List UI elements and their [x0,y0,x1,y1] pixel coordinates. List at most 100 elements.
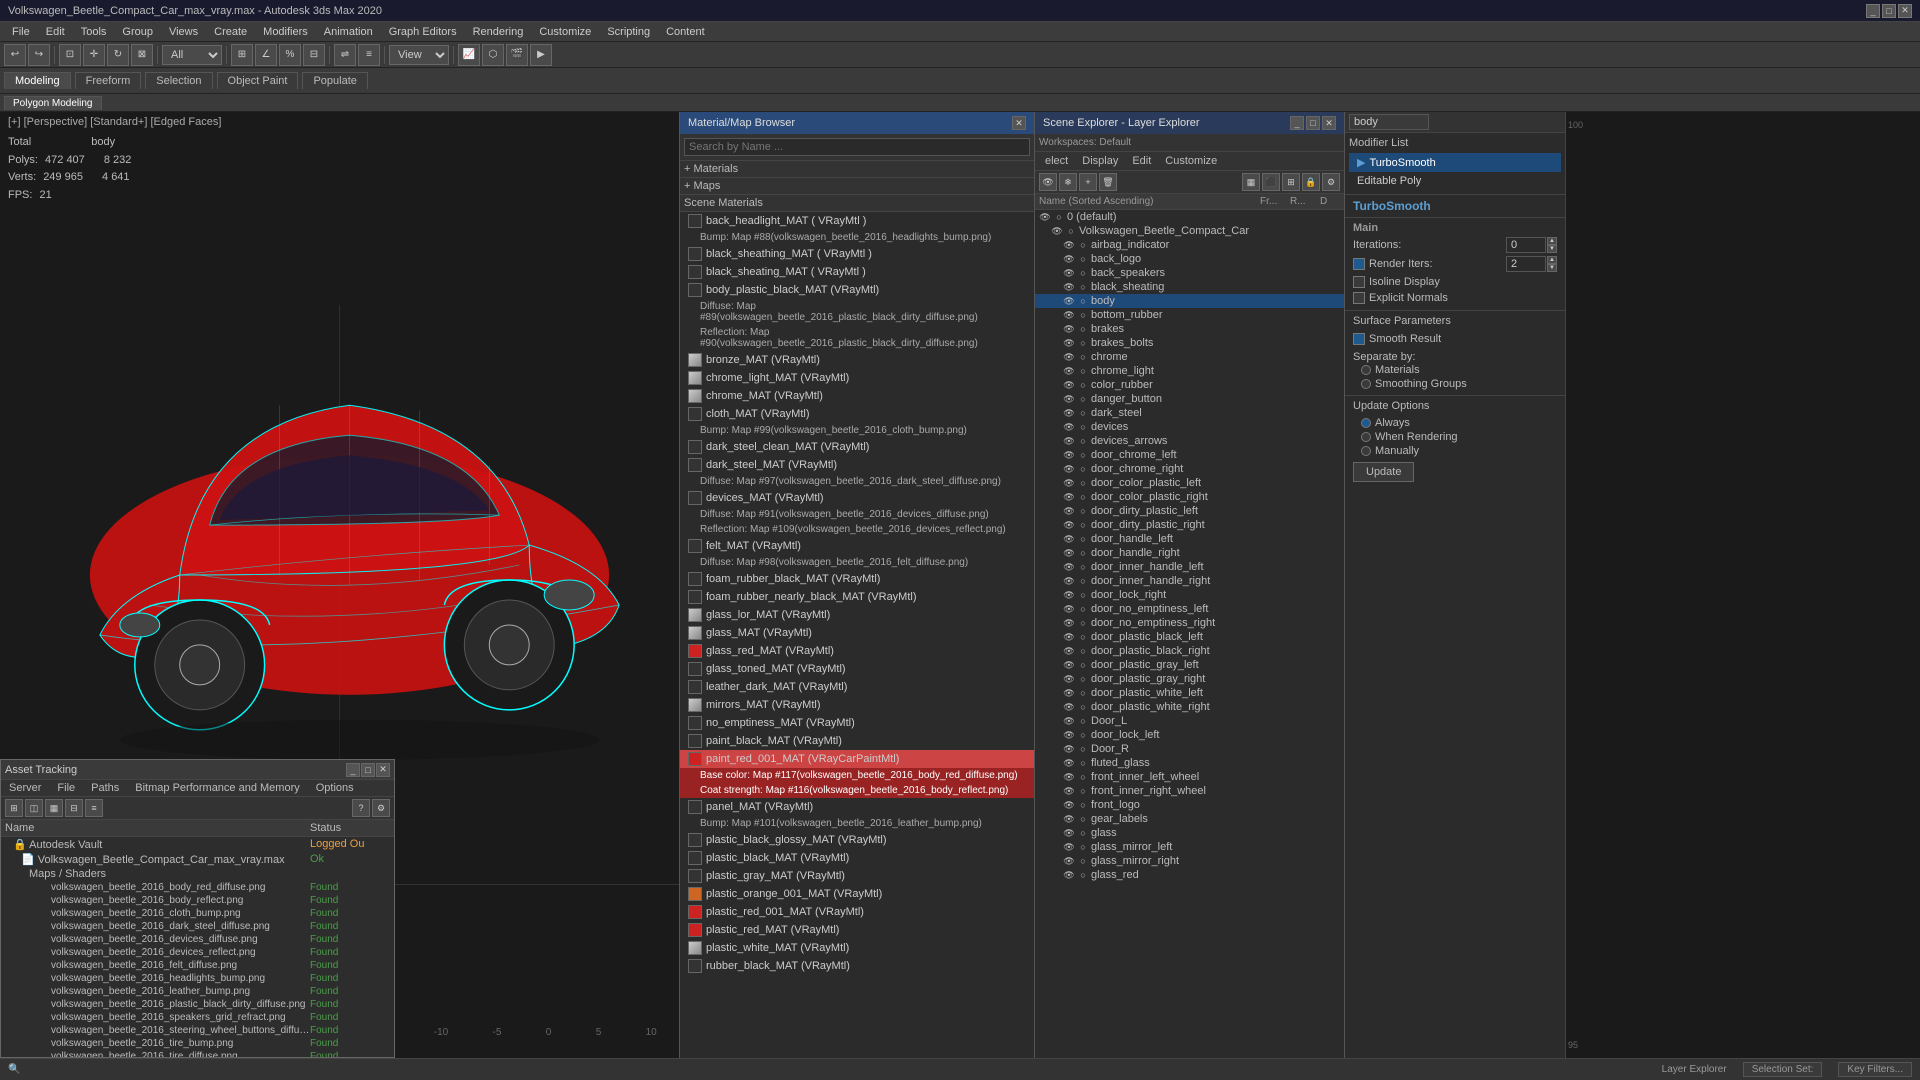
se-col-btn-3[interactable]: ⊞ [1282,173,1300,191]
menu-create[interactable]: Create [206,22,255,42]
undo-button[interactable]: ↩ [4,44,26,66]
ts-render-up[interactable]: ▲ [1547,256,1557,264]
se-item[interactable]: 👁 ○ door_no_emptiness_left [1035,602,1344,616]
mat-item[interactable]: plastic_black_glossy_MAT (VRayMtl) [680,831,1034,849]
bottom-key-filters[interactable]: Key Filters... [1838,1062,1912,1077]
mat-item[interactable]: dark_steel_clean_MAT (VRayMtl) [680,438,1034,456]
at-file-item[interactable]: volkswagen_beetle_2016_body_red_diffuse.… [1,881,394,894]
mat-sub-item[interactable]: Bump: Map #99(volkswagen_beetle_2016_clo… [680,423,1034,438]
mat-item[interactable]: plastic_gray_MAT (VRayMtl) [680,867,1034,885]
ts-render-down[interactable]: ▼ [1547,264,1557,272]
maximize-button[interactable]: □ [1882,4,1896,18]
tab-freeform[interactable]: Freeform [75,72,142,89]
mat-item[interactable]: plastic_black_MAT (VRayMtl) [680,849,1034,867]
se-eye-icon[interactable]: 👁 [1063,617,1075,629]
at-file-row[interactable]: 📄 Volkswagen_Beetle_Compact_Car_max_vray… [1,852,394,867]
at-menu-file[interactable]: File [49,780,83,796]
se-item[interactable]: 👁 ○ door_plastic_gray_right [1035,672,1344,686]
se-eye-icon[interactable]: 👁 [1063,491,1075,503]
se-item[interactable]: 👁 ○ door_handle_right [1035,546,1344,560]
se-eye-icon[interactable]: 👁 [1063,729,1075,741]
menu-customize[interactable]: Customize [531,22,599,42]
mat-browser-close-btn[interactable]: ✕ [1012,116,1026,130]
se-eye-icon[interactable]: 👁 [1063,239,1075,251]
close-button[interactable]: ✕ [1898,4,1912,18]
at-file-item[interactable]: volkswagen_beetle_2016_steering_wheel_bu… [1,1024,394,1037]
at-btn-5[interactable]: ≡ [85,799,103,817]
se-eye-icon[interactable]: 👁 [1063,365,1075,377]
mat-item[interactable]: foam_rubber_nearly_black_MAT (VRayMtl) [680,588,1034,606]
at-vault-row[interactable]: 🔒 Autodesk Vault Logged Ou [1,837,394,852]
menu-group[interactable]: Group [114,22,161,42]
se-eye-icon[interactable]: 👁 [1063,477,1075,489]
at-file-item[interactable]: volkswagen_beetle_2016_speakers_grid_ref… [1,1011,394,1024]
se-eye-icon[interactable]: 👁 [1063,323,1075,335]
at-file-item[interactable]: volkswagen_beetle_2016_tire_bump.pngFoun… [1,1037,394,1050]
at-file-item[interactable]: volkswagen_beetle_2016_devices_diffuse.p… [1,933,394,946]
at-menu-server[interactable]: Server [1,780,49,796]
se-eye-icon[interactable]: 👁 [1063,799,1075,811]
at-btn-2[interactable]: ◫ [25,799,43,817]
se-eye-icon[interactable]: 👁 [1063,337,1075,349]
at-file-item[interactable]: volkswagen_beetle_2016_plastic_black_dir… [1,998,394,1011]
mat-item[interactable]: mirrors_MAT (VRayMtl) [680,696,1034,714]
mat-item[interactable]: foam_rubber_black_MAT (VRayMtl) [680,570,1034,588]
se-item[interactable]: 👁 ○ danger_button [1035,392,1344,406]
sp-smoothing-radio[interactable] [1361,379,1371,389]
se-eye-icon[interactable]: 👁 [1063,449,1075,461]
se-eye-icon[interactable]: 👁 [1063,267,1075,279]
at-file-item[interactable]: volkswagen_beetle_2016_headlights_bump.p… [1,972,394,985]
se-item[interactable]: 👁 ○ door_dirty_plastic_right [1035,518,1344,532]
se-eye-icon[interactable]: 👁 [1063,743,1075,755]
se-item[interactable]: 👁 ○ gear_labels [1035,812,1344,826]
se-col-btn-1[interactable]: ▦ [1242,173,1260,191]
se-eye-icon[interactable]: 👁 [1063,631,1075,643]
ts-iterations-input[interactable] [1506,237,1546,253]
se-item[interactable]: 👁 ○ fluted_glass [1035,756,1344,770]
se-eye-icon[interactable]: 👁 [1051,225,1063,237]
tab-object-paint[interactable]: Object Paint [217,72,299,89]
mat-sub-item[interactable]: Diffuse: Map #97(volkswagen_beetle_2016_… [680,474,1034,489]
uo-manually-radio[interactable] [1361,446,1371,456]
se-add-btn[interactable]: + [1079,173,1097,191]
se-item[interactable]: 👁 ○ body [1035,294,1344,308]
se-item[interactable]: 👁 ○ front_logo [1035,798,1344,812]
se-item[interactable]: 👁 ○ airbag_indicator [1035,238,1344,252]
menu-rendering[interactable]: Rendering [465,22,532,42]
se-eye-icon[interactable]: 👁 [1063,351,1075,363]
mat-sub-item[interactable]: Diffuse: Map #91(volkswagen_beetle_2016_… [680,507,1034,522]
menu-tools[interactable]: Tools [73,22,115,42]
at-settings-btn[interactable]: ⚙ [372,799,390,817]
mat-item[interactable]: chrome_MAT (VRayMtl) [680,387,1034,405]
mat-sub-item-selected[interactable]: Base color: Map #117(volkswagen_beetle_2… [680,768,1034,783]
se-item[interactable]: 👁 ○ door_dirty_plastic_left [1035,504,1344,518]
ts-render-iters-check[interactable] [1353,258,1365,270]
se-eye-icon[interactable]: 👁 [1063,687,1075,699]
se-item[interactable]: 👁 ○ door_handle_left [1035,532,1344,546]
ts-render-iters-input[interactable] [1506,256,1546,272]
menu-scripting[interactable]: Scripting [599,22,658,42]
mat-item[interactable]: plastic_orange_001_MAT (VRayMtl) [680,885,1034,903]
se-delete-btn[interactable]: 🗑 [1099,173,1117,191]
sp-materials-radio[interactable] [1361,365,1371,375]
mat-item[interactable]: back_headlight_MAT ( VRayMtl ) [680,212,1034,230]
se-maximize-btn[interactable]: □ [1306,116,1320,130]
se-menu-customize[interactable]: Customize [1159,154,1223,168]
at-file-item[interactable]: volkswagen_beetle_2016_felt_diffuse.pngF… [1,959,394,972]
se-item[interactable]: 👁 ○ black_sheating [1035,280,1344,294]
tab-modeling[interactable]: Modeling [4,72,71,89]
se-eye-icon[interactable]: 👁 [1063,827,1075,839]
se-item[interactable]: 👁 ○ chrome_light [1035,364,1344,378]
se-item[interactable]: 👁 ○ chrome [1035,350,1344,364]
uo-always-radio[interactable] [1361,418,1371,428]
se-close-btn[interactable]: ✕ [1322,116,1336,130]
se-eye-icon[interactable]: 👁 [1063,533,1075,545]
at-file-item[interactable]: volkswagen_beetle_2016_tire_diffuse.pngF… [1,1050,394,1057]
se-item[interactable]: 👁 ○ Volkswagen_Beetle_Compact_Car [1035,224,1344,238]
minimize-button[interactable]: _ [1866,4,1880,18]
se-item[interactable]: 👁 ○ door_inner_handle_left [1035,560,1344,574]
ts-render-spinner[interactable]: ▲ ▼ [1547,256,1557,272]
mat-section-scene[interactable]: Scene Materials [680,195,1034,212]
align-button[interactable]: ≡ [358,44,380,66]
spinner-snap[interactable]: ⊟ [303,44,325,66]
